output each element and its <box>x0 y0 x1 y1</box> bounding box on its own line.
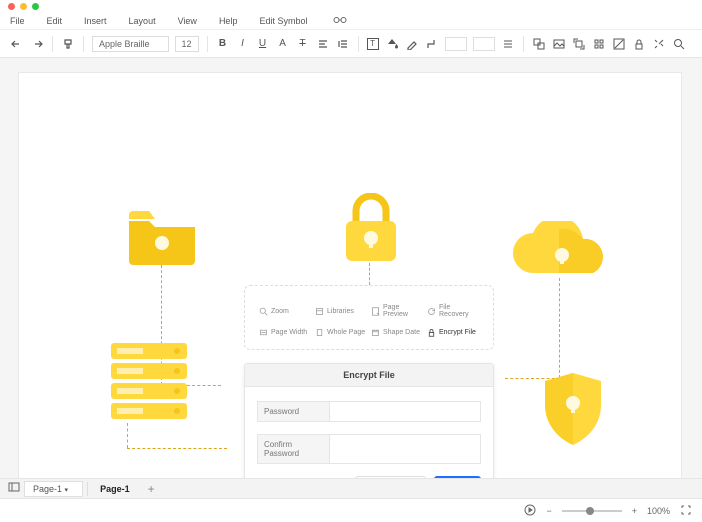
font-select[interactable]: Apple Braille <box>92 36 169 52</box>
option-page-width[interactable]: Page Width <box>259 328 311 337</box>
server-shape[interactable] <box>111 343 187 421</box>
lock-tool-icon[interactable] <box>632 37 646 51</box>
status-bar: − + 100% <box>0 498 702 522</box>
lock-shape[interactable] <box>341 193 401 263</box>
cloud-shape[interactable] <box>509 221 615 281</box>
confirm-password-input[interactable] <box>330 435 480 463</box>
menu-edit-symbol[interactable]: Edit Symbol <box>259 16 307 26</box>
toolbar: Apple Braille 12 B I U A T T <box>0 30 702 58</box>
format-painter-icon[interactable] <box>61 37 75 51</box>
shield-shape[interactable] <box>543 373 603 445</box>
no-icon[interactable] <box>612 37 626 51</box>
tab-page-1[interactable]: Page-1 <box>92 482 144 496</box>
text-tool-icon[interactable]: T <box>367 38 379 50</box>
align-icon[interactable] <box>316 37 330 51</box>
password-input[interactable] <box>330 402 480 421</box>
minimize-window-icon[interactable] <box>20 3 27 10</box>
menu-help[interactable]: Help <box>219 16 238 26</box>
settings-icon[interactable] <box>652 37 666 51</box>
page-tabs: Page-1 ▾ Page-1 + <box>0 478 702 498</box>
fullscreen-icon[interactable] <box>680 504 692 518</box>
glasses-icon[interactable] <box>333 15 347 27</box>
confirm-password-label: Confirm Password <box>258 435 330 463</box>
add-page-icon[interactable]: + <box>148 482 155 496</box>
strikethrough-icon[interactable]: T <box>296 37 310 51</box>
font-color-icon[interactable]: A <box>276 37 290 51</box>
menu-file[interactable]: File <box>10 16 25 26</box>
dialog-title: Encrypt File <box>245 364 493 387</box>
menu-layout[interactable]: Layout <box>129 16 156 26</box>
menu-bar: File Edit Insert Layout View Help Edit S… <box>0 12 702 30</box>
distribute-icon[interactable] <box>592 37 606 51</box>
redo-icon[interactable] <box>30 37 44 51</box>
option-zoom[interactable]: Zoom <box>259 304 311 318</box>
line-swatch[interactable] <box>473 37 495 51</box>
presentation-icon[interactable] <box>524 504 536 518</box>
group-icon[interactable] <box>532 37 546 51</box>
image-icon[interactable] <box>552 37 566 51</box>
close-window-icon[interactable] <box>8 3 15 10</box>
zoom-level[interactable]: 100% <box>647 506 670 516</box>
view-options-panel: Zoom Libraries Page Preview File Recover… <box>244 285 494 350</box>
folder-shape[interactable] <box>127 211 197 265</box>
line-spacing-icon[interactable] <box>336 37 350 51</box>
underline-icon[interactable]: U <box>256 37 270 51</box>
option-whole-page[interactable]: Whole Page <box>315 328 367 337</box>
window-titlebar <box>0 0 702 12</box>
zoom-out-icon[interactable]: − <box>546 506 551 516</box>
connector-icon[interactable] <box>425 37 439 51</box>
pen-icon[interactable] <box>405 37 419 51</box>
option-file-recovery[interactable]: File Recovery <box>427 304 479 318</box>
bold-icon[interactable]: B <box>216 37 230 51</box>
option-libraries[interactable]: Libraries <box>315 304 367 318</box>
zoom-in-icon[interactable]: + <box>632 506 637 516</box>
undo-icon[interactable] <box>10 37 24 51</box>
option-shape-date[interactable]: Shape Date <box>371 328 423 337</box>
tabs-view-icon[interactable] <box>8 482 20 495</box>
fill-icon[interactable] <box>385 37 399 51</box>
password-label: Password <box>258 402 330 421</box>
tab-page-1-dropdown[interactable]: Page-1 ▾ <box>24 481 83 497</box>
menu-insert[interactable]: Insert <box>84 16 107 26</box>
search-icon[interactable] <box>672 37 686 51</box>
font-size-select[interactable]: 12 <box>175 36 199 52</box>
option-page-preview[interactable]: Page Preview <box>371 304 423 318</box>
zoom-slider[interactable] <box>562 510 622 512</box>
menu-edit[interactable]: Edit <box>47 16 63 26</box>
italic-icon[interactable]: I <box>236 37 250 51</box>
option-encrypt-file[interactable]: Encrypt File <box>427 328 479 337</box>
bring-front-icon[interactable] <box>572 37 586 51</box>
maximize-window-icon[interactable] <box>32 3 39 10</box>
list-icon[interactable] <box>501 37 515 51</box>
fill-swatch[interactable] <box>445 37 467 51</box>
menu-view[interactable]: View <box>178 16 197 26</box>
drawing-canvas[interactable]: Zoom Libraries Page Preview File Recover… <box>18 72 682 492</box>
